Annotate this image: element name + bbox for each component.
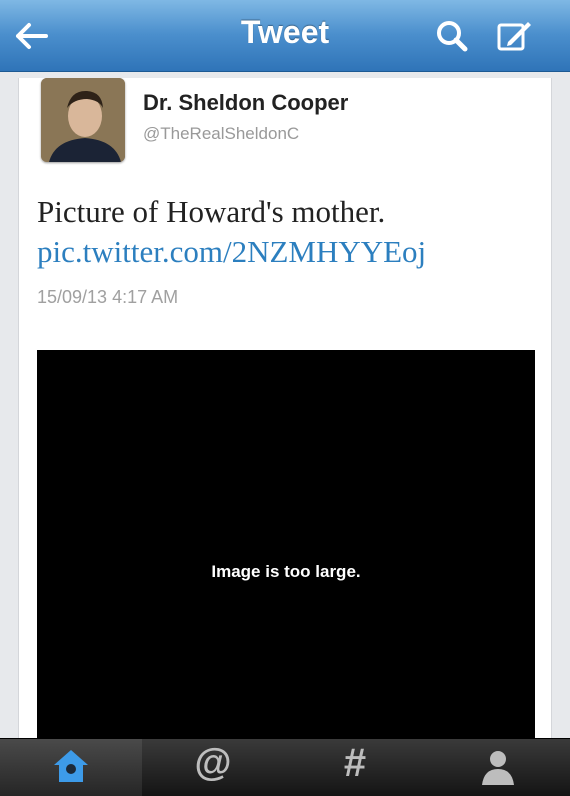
mention-icon: @	[194, 742, 232, 784]
media-error-message: Image is too large.	[211, 562, 361, 581]
discover-icon: #	[343, 741, 367, 785]
avatar[interactable]	[41, 78, 125, 162]
page-title: Tweet	[240, 14, 330, 50]
tab-discover[interactable]: #	[284, 739, 426, 796]
home-icon	[0, 747, 142, 790]
tweet-timestamp: 15/09/13 4:17 AM	[37, 287, 179, 307]
search-icon	[437, 21, 468, 52]
tab-me[interactable]	[426, 739, 570, 796]
tweet-media-link[interactable]: pic.twitter.com/2NZMHYYEoj	[37, 234, 426, 270]
compose-icon	[497, 22, 531, 51]
profile-photo-icon	[41, 78, 125, 162]
top-nav-bar: Tweet	[0, 0, 570, 72]
bottom-tab-bar: @ #	[0, 738, 570, 796]
tweet-card: Dr. Sheldon Cooper @TheRealSheldonC Pict…	[18, 78, 552, 743]
tab-connect[interactable]: @	[142, 739, 284, 796]
profile-icon	[426, 747, 570, 792]
tab-home[interactable]	[0, 739, 142, 796]
compose-button[interactable]	[494, 16, 534, 56]
author-name[interactable]: Dr. Sheldon Cooper	[143, 90, 348, 116]
tweet-media-preview[interactable]: Image is too large.	[37, 350, 535, 743]
tweet-text: Picture of Howard's mother.	[37, 194, 386, 229]
author-handle[interactable]: @TheRealSheldonC	[143, 124, 299, 144]
search-button[interactable]	[432, 16, 472, 56]
